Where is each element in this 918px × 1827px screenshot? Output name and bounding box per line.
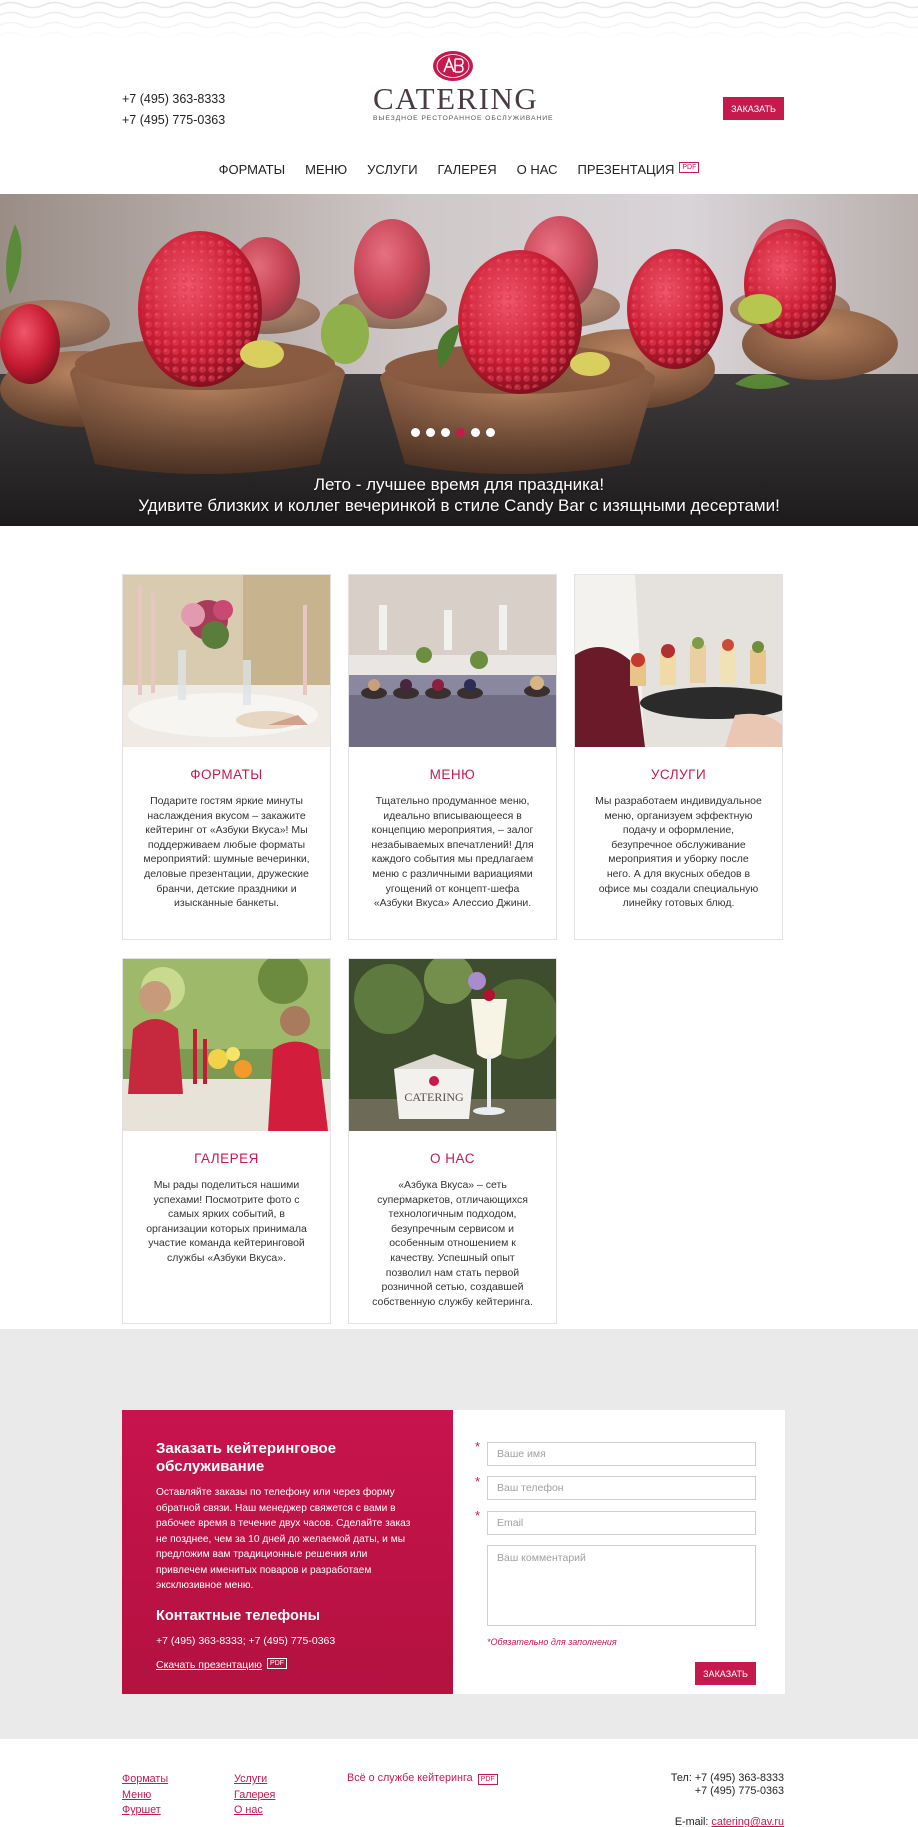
card-gallery[interactable]: ГАЛЕРЕЯ Мы рады поделиться нашими успеха… <box>122 958 331 1324</box>
footer-tel-2: +7 (495) 775-0363 <box>694 1785 784 1797</box>
nav-item-about[interactable]: О НАС <box>507 162 568 177</box>
order-title: Заказать кейтеринговое обслуживание <box>156 1440 337 1475</box>
logo-emblem-icon <box>432 50 474 82</box>
comment-textarea[interactable] <box>487 1545 756 1626</box>
download-presentation-link[interactable]: Скачать презентацию <box>156 1659 262 1671</box>
card-formats[interactable]: ФОРМАТЫ Подарите гостям яркие минуты нас… <box>122 574 331 940</box>
required-mark: * <box>475 1474 481 1489</box>
slider-dot[interactable] <box>471 428 480 437</box>
card-title-menu: МЕНЮ <box>429 767 476 782</box>
hero-caption: Лето - лучшее время для праздника! Удиви… <box>138 475 780 515</box>
header-phone-2[interactable]: +7 (495) 775-0363 <box>122 110 225 131</box>
footer-email-link[interactable]: catering@av.ru <box>711 1816 784 1827</box>
slider-dot[interactable] <box>426 428 435 437</box>
contacts-phones: +7 (495) 363-8333; +7 (495) 775-0363 <box>156 1634 336 1647</box>
card-image-gallery <box>123 959 330 1131</box>
card-services[interactable]: УСЛУГИ Мы разработаем индивидуальное мен… <box>574 574 783 940</box>
contacts-title: Контактные телефоны <box>156 1607 320 1624</box>
footer-service-link[interactable]: Всё о службе кейтеринга <box>347 1772 473 1784</box>
order-submit-button[interactable]: ЗАКАЗАТЬ <box>695 1662 756 1685</box>
footer-link-services[interactable]: Услуги <box>234 1772 275 1788</box>
required-mark: * <box>475 1508 481 1523</box>
slider-dot[interactable] <box>486 428 495 437</box>
hero-slider[interactable]: Лето - лучшее время для праздника! Удиви… <box>0 194 918 526</box>
card-image-formats <box>123 575 330 747</box>
nav-item-gallery[interactable]: ГАЛЕРЕЯ <box>428 162 507 177</box>
footer-links-col-1: Форматы Меню Фуршет <box>122 1772 168 1819</box>
nav-item-services[interactable]: УСЛУГИ <box>357 162 427 177</box>
slider-dot[interactable] <box>441 428 450 437</box>
footer-link-buffet[interactable]: Фуршет <box>122 1803 168 1819</box>
pdf-badge: PDF <box>477 1774 498 1785</box>
required-note: *Обязательно для заполнения <box>487 1637 617 1647</box>
card-menu[interactable]: МЕНЮ Тщательно продуманное меню, идеальн… <box>348 574 557 940</box>
card-text-menu: Тщательно продуманное меню, идеально впи… <box>371 795 534 910</box>
footer-tel-1: Тел: +7 (495) 363-8333 <box>670 1772 784 1784</box>
footer-contacts: Тел: +7 (495) 363-8333 +7 (495) 775-0363… <box>671 1772 784 1827</box>
card-image-about: CATERING <box>349 959 556 1131</box>
nav-item-presentation[interactable]: ПРЕЗЕНТАЦИЯ PDF <box>568 161 710 177</box>
card-title-formats: ФОРМАТЫ <box>190 767 263 782</box>
footer-email-label: E-mail: <box>674 1816 709 1827</box>
svg-text:CATERING: CATERING <box>404 1090 464 1104</box>
main-nav: ФОРМАТЫ МЕНЮ УСЛУГИ ГАЛЕРЕЯ О НАС ПРЕЗЕН… <box>0 161 918 177</box>
phone-input[interactable] <box>487 1476 756 1500</box>
card-title-services: УСЛУГИ <box>650 767 707 782</box>
card-about[interactable]: CATERING О НАС «Азбука Вкуса» – сеть суп… <box>348 958 557 1324</box>
slider-dot-active[interactable] <box>456 428 465 437</box>
footer-email: E-mail: catering@av.ru <box>671 1816 784 1827</box>
header-phones: +7 (495) 363-8333 +7 (495) 775-0363 <box>122 89 225 131</box>
email-input[interactable] <box>487 1511 756 1535</box>
logo-wordmark: CATERING <box>373 81 539 116</box>
header-order-button[interactable]: ЗАКАЗАТЬ <box>723 97 784 120</box>
header-phone-1[interactable]: +7 (495) 363-8333 <box>122 89 225 110</box>
card-title-about: О НАС <box>430 1151 475 1166</box>
card-image-menu <box>349 575 556 747</box>
logo-tagline: ВЫЕЗДНОЕ РЕСТОРАННОЕ ОБСЛУЖИВАНИЕ <box>373 115 554 122</box>
slider-dots <box>411 428 495 437</box>
site-logo[interactable]: CATERING ВЫЕЗДНОЕ РЕСТОРАННОЕ ОБСЛУЖИВАН… <box>373 50 554 122</box>
decorative-wave-pattern <box>0 0 918 40</box>
nav-item-formats[interactable]: ФОРМАТЫ <box>209 162 295 177</box>
pdf-badge: PDF <box>267 1657 288 1669</box>
footer-link-menu[interactable]: Меню <box>122 1788 168 1804</box>
card-text-formats: Подарите гостям яркие минуты наслаждения… <box>143 795 310 910</box>
order-form: * * * *Обязательно для заполнения ЗАКАЗА… <box>453 1410 785 1694</box>
card-image-services <box>575 575 782 747</box>
required-mark: * <box>475 1439 481 1454</box>
order-description: Оставляйте заказы по телефону или через … <box>156 1487 411 1591</box>
card-text-about: «Азбука Вкуса» – сеть супермаркетов, отл… <box>372 1179 533 1308</box>
pdf-badge: PDF <box>679 161 700 173</box>
footer-link-gallery[interactable]: Галерея <box>234 1788 275 1804</box>
slider-dot[interactable] <box>411 428 420 437</box>
footer-links-col-2: Услуги Галерея О нас <box>234 1772 275 1819</box>
card-title-gallery: ГАЛЕРЕЯ <box>194 1151 259 1166</box>
name-input[interactable] <box>487 1442 756 1466</box>
order-info-panel: Заказать кейтеринговое обслуживание Оста… <box>122 1410 453 1694</box>
footer-link-formats[interactable]: Форматы <box>122 1772 168 1788</box>
card-text-services: Мы разработаем индивидуальное меню, орга… <box>595 795 762 910</box>
footer-link-about[interactable]: О нас <box>234 1803 275 1819</box>
card-text-gallery: Мы рады поделиться нашими успехами! Посм… <box>146 1179 307 1264</box>
footer-service-info: Всё о службе кейтеринга PDF <box>347 1772 498 1785</box>
nav-item-menu[interactable]: МЕНЮ <box>295 162 357 177</box>
